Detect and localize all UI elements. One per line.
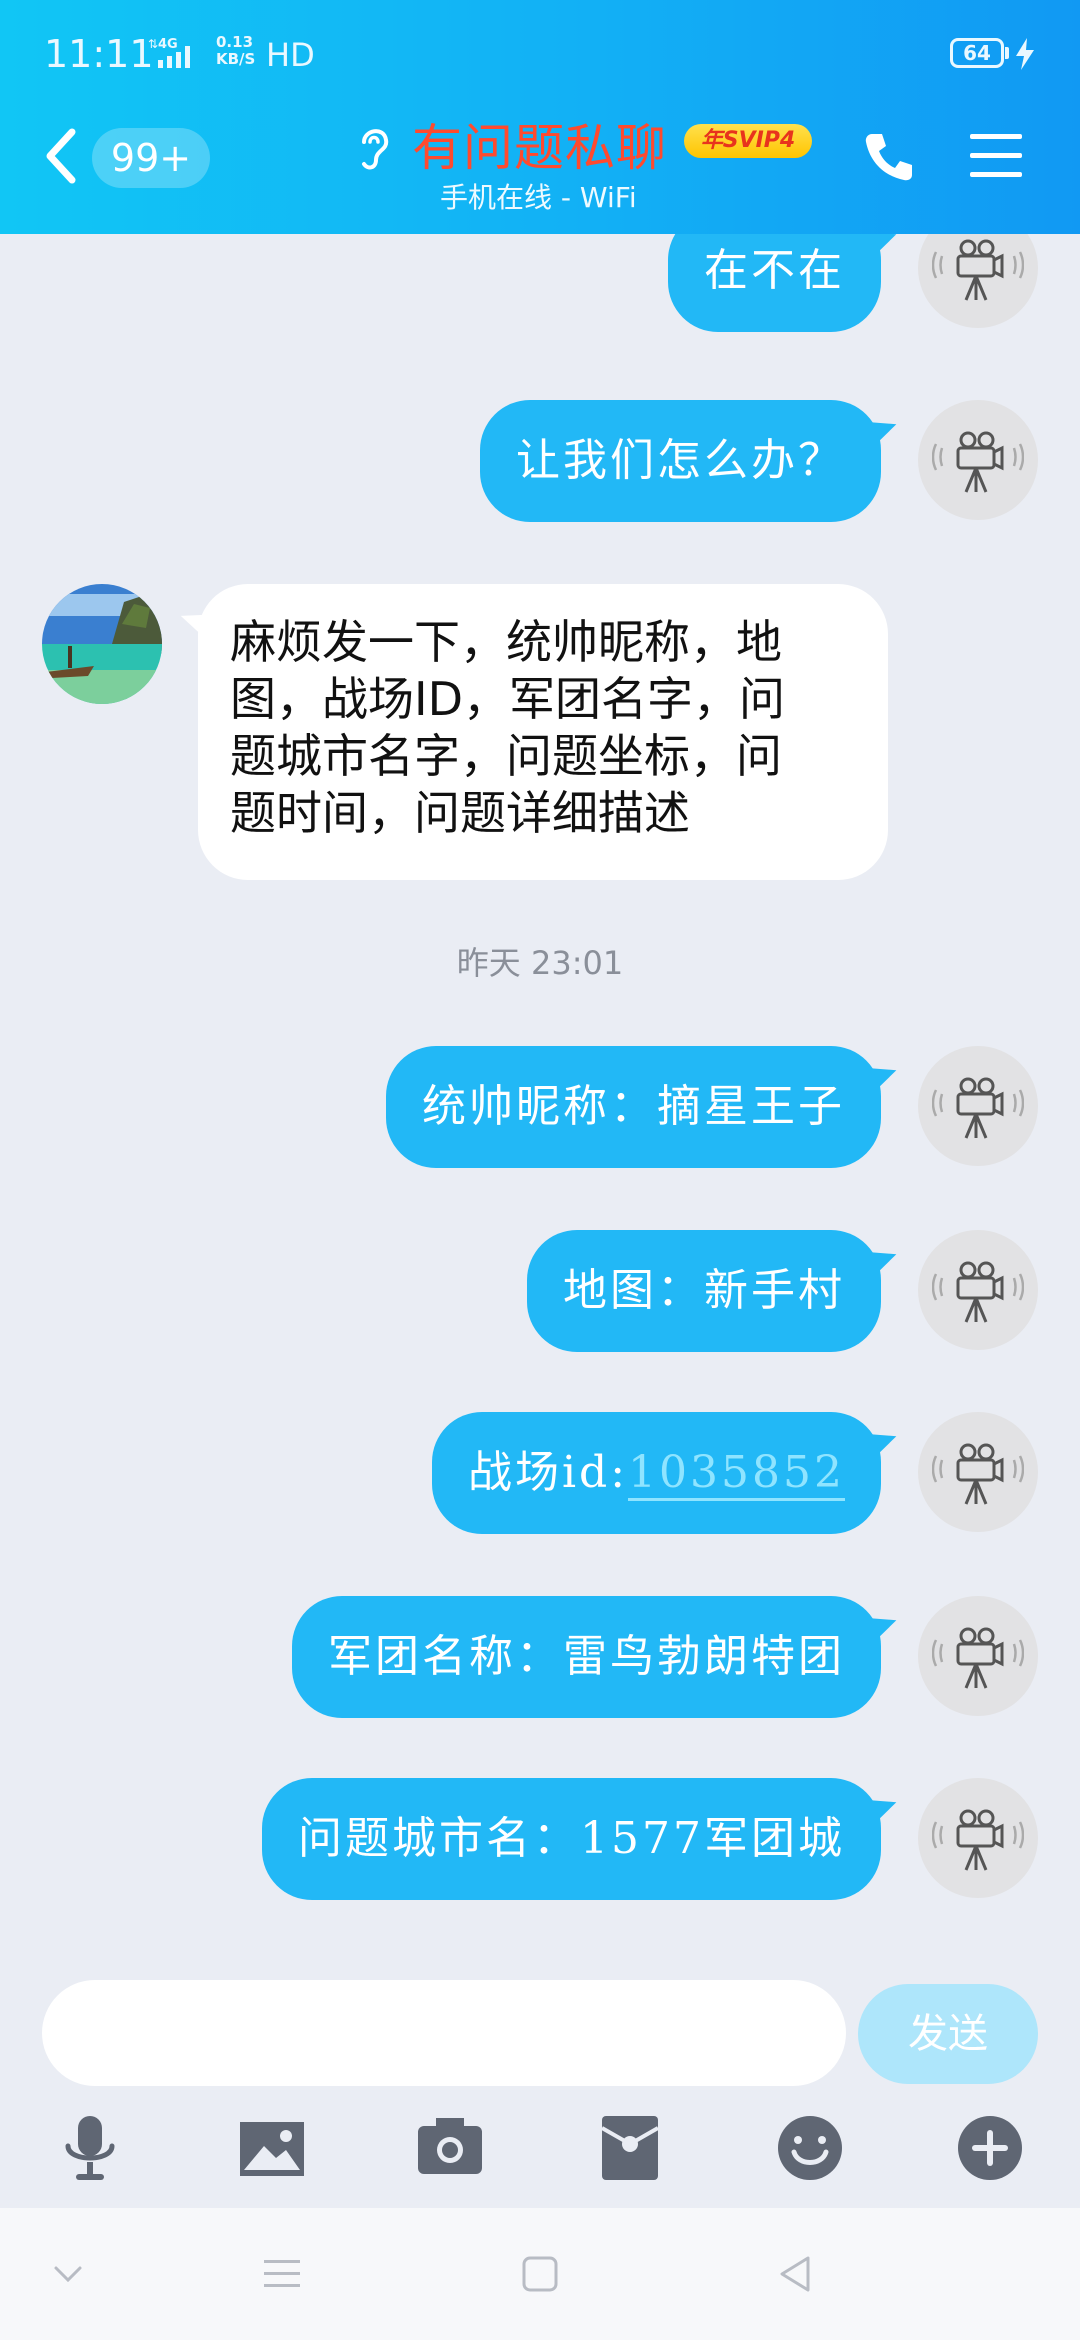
camera-icon[interactable] — [414, 2112, 486, 2184]
home-icon[interactable] — [518, 2252, 562, 2296]
recent-apps-icon[interactable] — [260, 2252, 304, 2296]
message-input[interactable] — [42, 1980, 846, 2086]
chat-title[interactable]: 有问题私聊 — [412, 108, 667, 180]
menu-icon[interactable] — [970, 132, 1022, 180]
message-bubble-incoming[interactable]: 麻烦发一下，统帅昵称，地 图，战场ID，军团名字，问 题城市名字，问题坐标，问 … — [198, 584, 888, 880]
chat-header: 11:11 4G ⇅ 0.13 KB/S HD 64 99+ 有问题私聊 年SV… — [0, 0, 1080, 234]
ear-icon[interactable] — [350, 120, 394, 172]
image-icon[interactable] — [236, 2112, 308, 2184]
emoji-icon[interactable] — [774, 2112, 846, 2184]
message-line: 图，战场ID，军团名字，问 — [230, 672, 785, 726]
self-avatar[interactable] — [918, 400, 1038, 520]
message-line: 麻烦发一下，统帅昵称，地 — [230, 615, 782, 669]
movie-camera-icon — [932, 1809, 1024, 1871]
message-bubble-outgoing[interactable]: 让我们怎么办？ — [480, 400, 881, 522]
message-bubble-outgoing[interactable]: 战场id:1035852 — [431, 1412, 881, 1534]
movie-camera-icon — [932, 1627, 1024, 1689]
svg-text:4G: 4G — [158, 37, 178, 52]
movie-camera-icon — [932, 431, 1024, 493]
svg-text:⇅: ⇅ — [148, 37, 158, 51]
plus-icon[interactable] — [954, 2112, 1026, 2184]
back-arrow-icon[interactable] — [40, 126, 84, 186]
vip-badge: 年SVIP4 — [684, 124, 812, 158]
status-time: 11:11 — [44, 32, 154, 76]
hd-indicator: HD — [266, 36, 315, 74]
message-bubble-outgoing[interactable]: 地图：新手村 — [527, 1230, 881, 1352]
self-avatar[interactable] — [918, 1778, 1038, 1898]
phone-icon[interactable] — [862, 130, 916, 184]
self-avatar[interactable] — [918, 1412, 1038, 1532]
message-bubble-outgoing[interactable]: 问题城市名：1577军团城 — [262, 1778, 881, 1900]
self-avatar[interactable] — [918, 234, 1038, 328]
message-line: 题时间，问题详细描述 — [230, 786, 690, 840]
message-list[interactable]: 在不在 让我们怎么办？ 麻烦发一下，统帅昵称，地 图，战场ID，军团名字，问 题… — [0, 234, 1080, 1954]
movie-camera-icon — [932, 1443, 1024, 1505]
movie-camera-icon — [932, 239, 1024, 301]
message-line: 题城市名字，问题坐标，问 — [230, 729, 782, 783]
system-navigation-bar — [0, 2208, 1080, 2340]
movie-camera-icon — [932, 1077, 1024, 1139]
network-speed: 0.13 KB/S — [216, 33, 256, 68]
red-packet-icon[interactable] — [594, 2112, 666, 2184]
battery-tip — [1005, 47, 1009, 59]
self-avatar[interactable] — [918, 1046, 1038, 1166]
battery-icon: 64 — [950, 38, 1004, 68]
send-button[interactable]: 发送 — [858, 1984, 1038, 2084]
chevron-down-icon[interactable] — [46, 2252, 90, 2296]
message-bubble-outgoing[interactable]: 军团名称：雷鸟勃朗特团 — [292, 1596, 881, 1718]
message-bubble-outgoing[interactable]: 在不在 — [668, 234, 881, 332]
charging-icon — [1016, 38, 1034, 70]
battlefield-id-link[interactable]: 1035852 — [628, 1447, 845, 1501]
message-text: 战场id: — [467, 1447, 629, 1498]
sender-avatar[interactable] — [42, 584, 162, 704]
unread-badge[interactable]: 99+ — [92, 128, 210, 188]
self-avatar[interactable] — [918, 1230, 1038, 1350]
self-avatar[interactable] — [918, 1596, 1038, 1716]
microphone-icon[interactable] — [54, 2112, 126, 2184]
beach-photo-icon — [42, 584, 162, 704]
message-timestamp: 昨天 23:01 — [456, 944, 624, 982]
signal-icon: 4G ⇅ — [148, 37, 190, 68]
movie-camera-icon — [932, 1261, 1024, 1323]
back-icon[interactable] — [774, 2252, 818, 2296]
online-status: 手机在线 - WiFi — [440, 181, 637, 214]
message-bubble-outgoing[interactable]: 统帅昵称：摘星王子 — [386, 1046, 881, 1168]
